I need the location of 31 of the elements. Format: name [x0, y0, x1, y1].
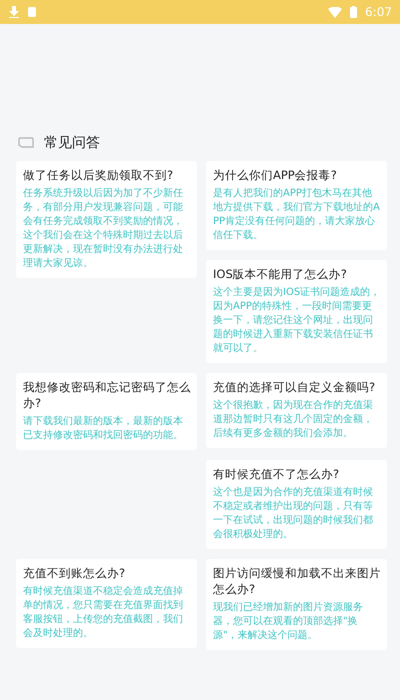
faq-card[interactable]: 充值不到账怎么办? 有时候充值渠道不稳定会造成充值掉单的情况，您只需要在充值界面找到客服按钮，上传您的充值截图，我们会及时处理的。 — [16, 559, 197, 648]
faq-answer: 这个很抱歉，因为现在合作的充值渠道那边暂时只有这几个固定的金额，后续有更多金额的我们会添加。 — [213, 399, 374, 441]
faq-card[interactable]: 做了任务以后奖励领取不到? 任务系统升级以后因为加了不少新任务，有部分用户发现兼容问题，可能会有任务完成领取不到奖励的情况，这个我们会在这个特殊时期过去以后更新解决，现在暂时没有办法进行处理请大家见谅。 — [16, 161, 197, 278]
faq-answer: 任务系统升级以后因为加了不少新任务，有部分用户发现兼容问题，可能会有任务完成领取不到奖励的情况，这个我们会在这个特殊时期过去以后更新解决，现在暂时没有办法进行处理请大家见谅。 — [23, 187, 184, 271]
faq-question: 充值不到账怎么办? — [23, 565, 126, 581]
faq-question: 做了任务以后奖励领取不到? — [23, 167, 174, 183]
battery-icon — [350, 6, 358, 18]
faq-answer: 这个也是因为合作的充值渠道有时候不稳定或者维护出现的问题，只有等一下在试试，出现问题的时候我们都会很积极处理的。 — [213, 486, 374, 542]
faq-card[interactable]: 我想修改密码和忘记密码了怎么办? 请下载我们最新的版本，最新的版本已支持修改密码和找回密码的功能。 — [16, 373, 197, 450]
faq-question: 充值的选择可以自定义金额吗? — [213, 379, 376, 395]
faq-card[interactable]: 充值的选择可以自定义金额吗? 这个很抱歉，因为现在合作的充值渠道那边暂时只有这几个固定的金额，后续有更多金额的我们会添加。 — [206, 373, 387, 448]
chat-bubble-icon — [18, 137, 34, 149]
faq-card[interactable]: 图片访问缓慢和加载不出来图片怎么办? 现我们已经增加新的图片资源服务器，您可以在观看的顶部选择"换源"，来解决这个问题。 — [206, 559, 387, 650]
faq-question: 图片访问缓慢和加载不出来图片怎么办? — [213, 565, 381, 597]
faq-question: 为什么你们APP会报毒? — [213, 167, 338, 183]
faq-question: 我想修改密码和忘记密码了怎么办? — [23, 379, 191, 411]
faq-card[interactable]: 有时候充值不了怎么办? 这个也是因为合作的充值渠道有时候不稳定或者维护出现的问题，只有等一下在试试，出现问题的时候我们都会很积极处理的。 — [206, 460, 387, 549]
faq-card[interactable]: IOS版本不能用了怎么办? 这个主要是因为IOS证书问题造成的，因为APP的特殊性，一段时间需要更换一下，请您记住这个网址，出现问题的时候进入重新下载安装信任证书就可以了。 — [206, 260, 387, 363]
status-time: 6:07 — [365, 5, 392, 19]
section-title: 常见问答 — [44, 134, 100, 152]
faq-question: 有时候充值不了怎么办? — [213, 466, 340, 482]
download-icon — [8, 6, 20, 18]
wifi-icon — [328, 6, 342, 18]
notification-icon — [28, 6, 36, 18]
faq-answer: 是有人把我们的APP打包木马在其他地方提供下载，我们官方下载地址的APP肯定没有任何问题的，请大家放心信任下载。 — [213, 187, 381, 243]
faq-answer: 有时候充值渠道不稳定会造成充值掉单的情况，您只需要在充值界面找到客服按钮，上传您的充值截图，我们会及时处理的。 — [23, 585, 184, 641]
faq-card[interactable]: 为什么你们APP会报毒? 是有人把我们的APP打包木马在其他地方提供下载，我们官方下载地址的APP肯定没有任何问题的，请大家放心信任下载。 — [206, 161, 387, 250]
faq-answer: 请下载我们最新的版本，最新的版本已支持修改密码和找回密码的功能。 — [23, 415, 184, 443]
faq-answer: 现我们已经增加新的图片资源服务器，您可以在观看的顶部选择"换源"，来解决这个问题。 — [213, 601, 364, 643]
faq-question: IOS版本不能用了怎么办? — [213, 266, 348, 282]
faq-answer: 这个主要是因为IOS证书问题造成的，因为APP的特殊性，一段时间需要更换一下，请您记住这个网址，出现问题的时候进入重新下载安装信任证书就可以了。 — [213, 286, 381, 356]
